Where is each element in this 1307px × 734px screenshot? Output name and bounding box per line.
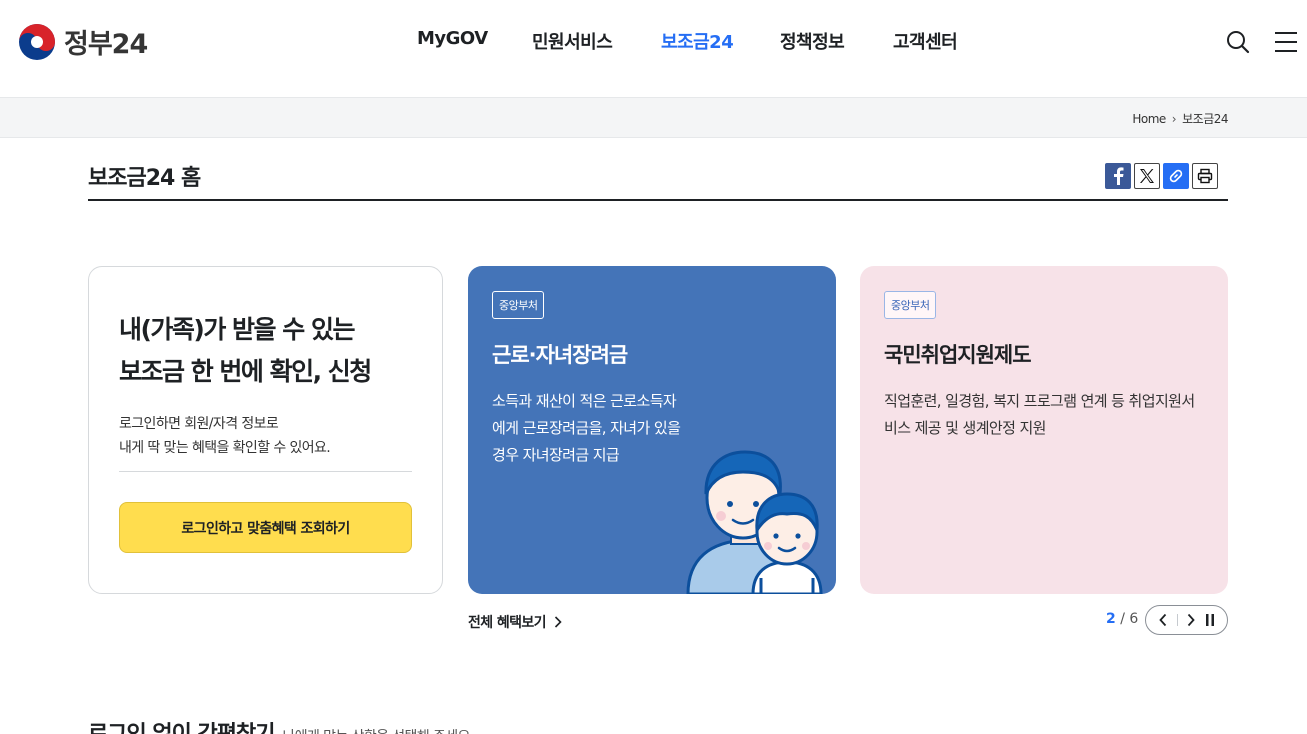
slide-pager: 2 / 6 — [1106, 611, 1138, 627]
nav-item-subsidy24[interactable]: 보조금24 — [661, 28, 734, 54]
pager-total: 6 — [1129, 611, 1139, 627]
benefit-card-national-employment-support[interactable]: 중앙부처 국민취업지원제도 직업훈련, 일경험, 복지 프로그램 연계 등 취업… — [860, 266, 1228, 594]
parent-child-illustration — [686, 450, 823, 594]
benefit-card-earned-income-credit[interactable]: 중앙부처 근로·자녀장려금 소득과 재산이 적은 근로소득자에게 근로장려금을,… — [468, 266, 836, 594]
breadcrumb-bar: Home › 보조금24 — [0, 97, 1307, 138]
nav-item-mygov[interactable]: MyGOV — [417, 28, 488, 49]
quick-search-section-heading: 로그인 없이 간편찾기 나에게 맞는 상황을 선택해 주세요. — [88, 716, 474, 734]
divider — [1176, 614, 1178, 626]
chevron-right-icon — [554, 616, 562, 628]
search-icon[interactable] — [1226, 30, 1250, 54]
next-slide-icon[interactable] — [1186, 613, 1196, 627]
page-title: 보조금24 홈 — [88, 166, 201, 191]
prev-slide-icon[interactable] — [1158, 613, 1168, 627]
login-headline: 내(가족)가 받을 수 있는 보조금 한 번에 확인, 신청 — [119, 309, 419, 393]
benefit-card-description: 직업훈련, 일경험, 복지 프로그램 연계 등 취업지원서비스 제공 및 생계안… — [884, 392, 1195, 437]
login-description-line-2: 내게 딱 맞는 혜택을 확인할 수 있어요. — [119, 440, 331, 456]
benefit-card-tag: 중앙부처 — [492, 291, 545, 319]
government-emblem-icon — [19, 23, 55, 60]
site-logo[interactable]: 정부24 — [18, 22, 148, 61]
logo-text: 정부24 — [64, 29, 148, 60]
benefit-card-description: 소득과 재산이 적은 근로소득자에게 근로장려금을, 자녀가 있을 경우 자녀장… — [492, 392, 681, 464]
all-benefits-label: 전체 혜택보기 — [468, 615, 547, 631]
print-icon[interactable] — [1192, 163, 1218, 189]
site-header: 정부24 MyGOV 민원서비스 보조금24 정책정보 고객센터 — [0, 0, 1307, 97]
breadcrumb-home[interactable]: Home — [1132, 112, 1166, 126]
login-headline-line-2: 보조금 한 번에 확인, 신청 — [119, 357, 372, 386]
benefit-card-title: 국민취업지원제도 — [884, 343, 1032, 367]
pause-icon[interactable] — [1205, 613, 1215, 627]
nav-item-civil-services[interactable]: 민원서비스 — [532, 28, 613, 54]
facebook-icon[interactable] — [1105, 163, 1131, 189]
link-icon[interactable] — [1163, 163, 1189, 189]
benefit-card-title: 근로·자녀장려금 — [492, 343, 628, 367]
login-card: 내(가족)가 받을 수 있는 보조금 한 번에 확인, 신청 로그인하면 회원/… — [88, 266, 443, 594]
slide-controls — [1145, 605, 1228, 635]
login-divider — [119, 471, 412, 472]
x-icon[interactable] — [1134, 163, 1160, 189]
title-divider — [88, 199, 1228, 201]
login-description-line-1: 로그인하면 회원/자격 정보로 — [119, 416, 279, 432]
quick-search-title: 로그인 없이 간편찾기 — [88, 716, 275, 734]
quick-search-subtitle: 나에게 맞는 상황을 선택해 주세요. — [282, 726, 474, 734]
hamburger-menu-icon[interactable] — [1274, 31, 1298, 53]
login-custom-benefit-button[interactable]: 로그인하고 맞춤혜택 조회하기 — [119, 502, 412, 553]
benefit-card-tag: 중앙부처 — [884, 291, 937, 319]
breadcrumb: Home › 보조금24 — [1132, 110, 1228, 127]
login-headline-line-1: 내(가족)가 받을 수 있는 — [119, 315, 355, 344]
pager-separator: / — [1120, 611, 1125, 627]
chevron-right-icon: › — [1171, 111, 1177, 126]
breadcrumb-current[interactable]: 보조금24 — [1182, 110, 1228, 127]
login-description: 로그인하면 회원/자격 정보로 내게 딱 맞는 혜택을 확인할 수 있어요. — [119, 412, 419, 460]
all-benefits-link[interactable]: 전체 혜택보기 — [468, 612, 562, 632]
pager-current: 2 — [1106, 611, 1116, 627]
nav-item-policy-info[interactable]: 정책정보 — [780, 28, 845, 54]
nav-item-customer-center[interactable]: 고객센터 — [893, 28, 958, 54]
share-toolbar — [1105, 163, 1218, 189]
